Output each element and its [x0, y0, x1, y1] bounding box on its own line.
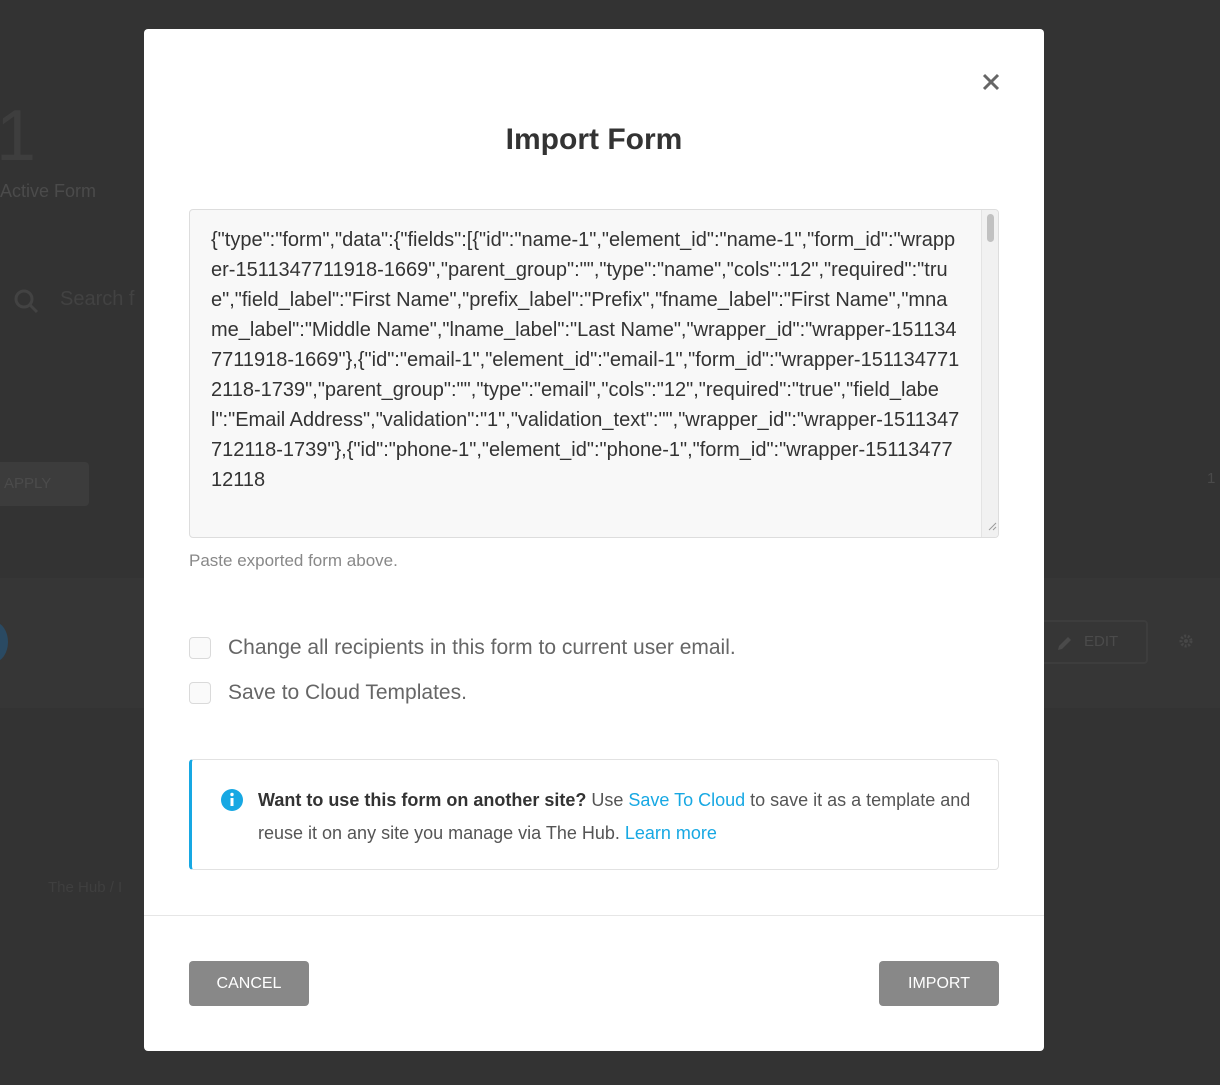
learn-more-link[interactable]: Learn more — [625, 823, 717, 843]
gear-icon — [1178, 633, 1194, 654]
breadcrumb: The Hub / I — [48, 879, 123, 896]
save-cloud-checkbox-row[interactable]: Save to Cloud Templates. — [189, 681, 467, 705]
change-recipients-checkbox[interactable] — [189, 637, 211, 659]
active-form-label: Active Form — [0, 181, 97, 201]
cancel-button[interactable]: CANCEL — [189, 961, 309, 1006]
pencil-icon — [1058, 637, 1071, 650]
close-icon — [982, 73, 1000, 91]
change-recipients-label: Change all recipients in this form to cu… — [228, 636, 736, 659]
edit-button: EDIT — [1040, 620, 1148, 664]
cloud-notice: Want to use this form on another site? U… — [189, 759, 999, 870]
import-textarea-content[interactable]: {"type":"form","data":{"fields":[{"id":"… — [211, 225, 961, 495]
dialog-title: Import Form — [505, 123, 683, 156]
notice-heading: Want to use this form on another site? — [258, 790, 587, 810]
notice-text-1: Use — [586, 790, 629, 810]
resize-handle-icon[interactable] — [987, 518, 997, 536]
search-input: Search f — [60, 288, 135, 310]
search-icon — [13, 288, 39, 319]
save-to-cloud-link[interactable]: Save To Cloud — [628, 790, 745, 810]
save-cloud-checkbox[interactable] — [189, 682, 211, 704]
pagination-number: 1 — [1207, 470, 1216, 487]
active-form-count: 1 — [0, 96, 37, 176]
import-form-dialog: Import Form {"type":"form","data":{"fiel… — [144, 29, 1044, 1051]
apply-button: APPLY — [0, 462, 89, 506]
import-button[interactable]: IMPORT — [879, 961, 999, 1006]
cloud-notice-text: Want to use this form on another site? U… — [258, 784, 988, 850]
footer-divider — [144, 915, 1044, 916]
close-button[interactable] — [976, 67, 1006, 97]
edit-button-label: EDIT — [1084, 633, 1119, 650]
scrollbar-thumb[interactable] — [987, 214, 994, 242]
import-textarea[interactable]: {"type":"form","data":{"fields":[{"id":"… — [189, 209, 999, 538]
info-icon — [220, 788, 244, 817]
textarea-helper-text: Paste exported form above. — [189, 551, 398, 570]
textarea-scrollbar[interactable] — [981, 210, 998, 537]
change-recipients-checkbox-row[interactable]: Change all recipients in this form to cu… — [189, 636, 736, 660]
save-cloud-label: Save to Cloud Templates. — [228, 681, 467, 704]
